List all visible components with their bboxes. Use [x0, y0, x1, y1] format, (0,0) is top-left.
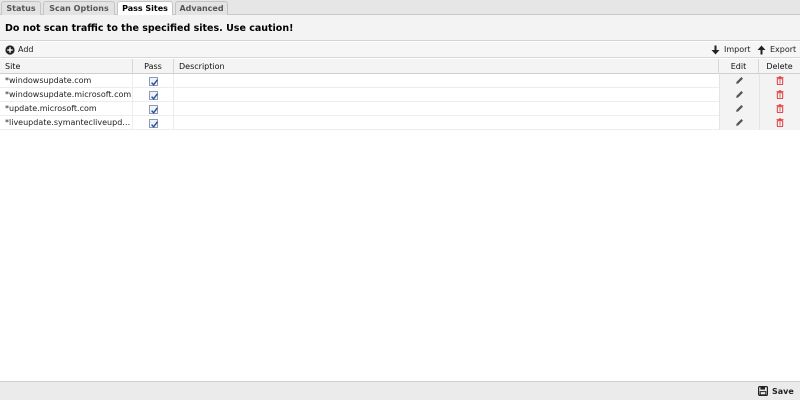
pass-checkbox[interactable]	[148, 76, 158, 86]
pencil-icon	[736, 91, 743, 98]
description-cell	[174, 102, 719, 116]
tab-scan-options[interactable]: Scan Options	[43, 1, 115, 15]
column-header-edit: Edit	[719, 59, 759, 74]
delete-button[interactable]	[776, 104, 784, 116]
table-row[interactable]: *liveupdate.symantecliveupdat...	[0, 116, 800, 130]
pass-checkbox[interactable]	[148, 90, 158, 100]
grid-header: Site Pass Description Edit Delete	[0, 59, 800, 74]
tab-advanced[interactable]: Advanced	[175, 1, 228, 15]
delete-button[interactable]	[776, 76, 784, 88]
table-row[interactable]: *windowsupdate.com	[0, 74, 800, 88]
trash-icon	[776, 76, 784, 86]
site-cell: *liveupdate.symantecliveupdat...	[0, 116, 133, 130]
save-label: Save	[772, 387, 794, 396]
delete-button[interactable]	[776, 90, 784, 102]
edit-cell	[719, 116, 759, 130]
edit-cell	[719, 74, 759, 88]
description-cell	[174, 116, 719, 130]
column-header-pass[interactable]: Pass	[133, 59, 174, 74]
pencil-icon	[736, 105, 743, 112]
trash-icon	[776, 104, 784, 114]
delete-cell	[759, 74, 800, 88]
trash-icon	[776, 90, 784, 100]
edit-cell	[719, 102, 759, 116]
checkbox-checked-icon	[150, 92, 158, 100]
checkbox-checked-icon	[150, 106, 158, 114]
pass-cell	[133, 116, 174, 130]
delete-button[interactable]	[776, 118, 784, 130]
column-header-description[interactable]: Description	[174, 59, 719, 74]
column-header-delete: Delete	[766, 62, 793, 71]
edit-cell	[719, 88, 759, 102]
trash-icon	[776, 118, 784, 128]
add-label: Add	[18, 45, 34, 54]
table-row[interactable]: *windowsupdate.microsoft.com	[0, 88, 800, 102]
pass-cell	[133, 88, 174, 102]
description-cell	[174, 74, 719, 88]
edit-button[interactable]	[735, 90, 744, 102]
edit-button[interactable]	[735, 76, 744, 88]
tab-status[interactable]: Status	[1, 1, 41, 15]
checkbox-checked-icon	[150, 78, 158, 86]
add-button[interactable]: Add	[5, 44, 35, 56]
pass-sites-grid: Site Pass Description Edit Delete *windo…	[0, 59, 800, 130]
pencil-icon	[736, 77, 743, 84]
tab-bar: Status Scan Options Pass Sites Advanced	[0, 0, 800, 16]
grid-toolbar: Add Import Export	[0, 42, 800, 58]
export-label: Export	[770, 45, 797, 54]
plus-circle-icon	[5, 45, 15, 55]
description-cell	[174, 88, 719, 102]
import-label: Import	[724, 45, 751, 54]
site-cell: *windowsupdate.com	[0, 74, 133, 88]
pass-cell	[133, 102, 174, 116]
checkbox-checked-icon	[150, 120, 158, 128]
site-cell: *windowsupdate.microsoft.com	[0, 88, 133, 102]
site-cell: *update.microsoft.com	[0, 102, 133, 116]
tab-pass-sites[interactable]: Pass Sites	[117, 1, 173, 16]
arrow-down-icon	[711, 45, 720, 55]
delete-cell	[759, 102, 800, 116]
pass-checkbox[interactable]	[148, 104, 158, 114]
footer-bar: Save	[0, 381, 800, 400]
export-button[interactable]: Export	[757, 44, 797, 56]
table-row[interactable]: *update.microsoft.com	[0, 102, 800, 116]
save-button[interactable]: Save	[758, 385, 798, 398]
page-title: Do not scan traffic to the specified sit…	[5, 23, 294, 34]
page-header: Do not scan traffic to the specified sit…	[0, 15, 800, 41]
delete-cell	[759, 116, 800, 130]
edit-button[interactable]	[735, 104, 744, 116]
grid-body: *windowsupdate.com *windowsupdate.microso…	[0, 74, 800, 130]
app-window: Status Scan Options Pass Sites Advanced …	[0, 0, 800, 400]
delete-cell	[759, 88, 800, 102]
pass-cell	[133, 74, 174, 88]
edit-button[interactable]	[735, 118, 744, 130]
import-button[interactable]: Import	[711, 44, 751, 56]
arrow-up-icon	[757, 45, 766, 55]
pass-checkbox[interactable]	[148, 118, 158, 128]
pencil-icon	[736, 119, 743, 126]
floppy-disk-icon	[758, 386, 768, 396]
column-header-site[interactable]: Site	[0, 59, 133, 74]
